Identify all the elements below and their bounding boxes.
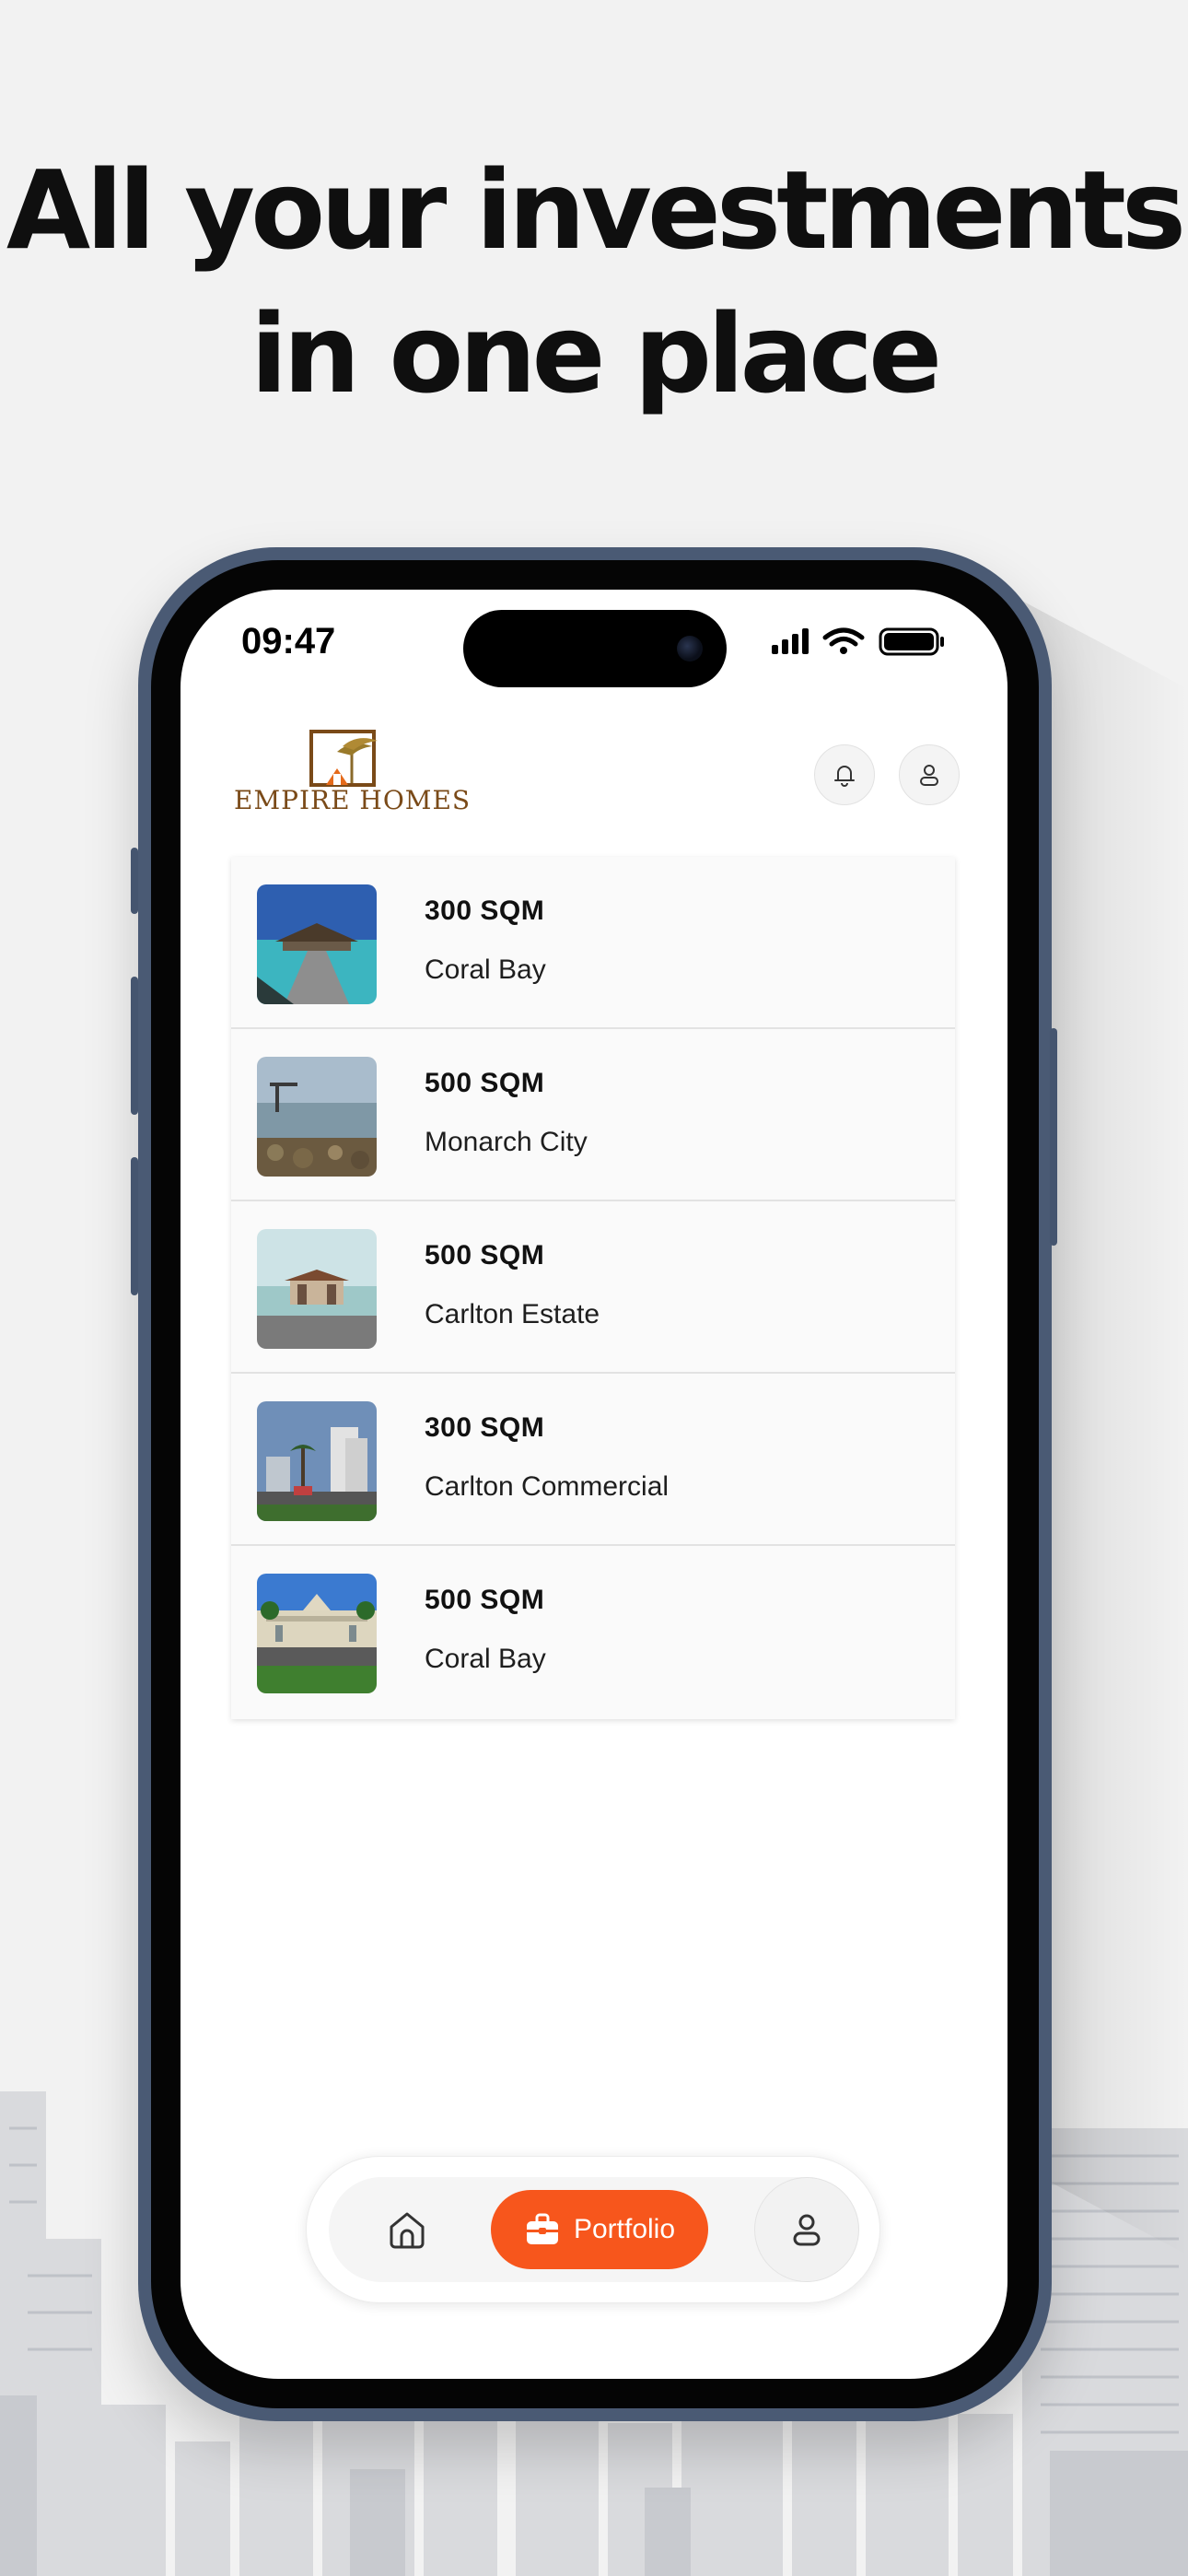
- signal-icon: [772, 628, 809, 654]
- property-row[interactable]: 500 SQM Carlton Estate: [231, 1201, 955, 1374]
- property-thumbnail: [257, 1574, 377, 1693]
- bell-icon: [834, 766, 855, 787]
- logo-emblem-icon: [309, 730, 378, 787]
- property-size: 500 SQM: [425, 1068, 545, 1098]
- wifi-icon: [822, 627, 865, 647]
- tab-portfolio[interactable]: Portfolio: [491, 2190, 708, 2269]
- property-row[interactable]: 300 SQM Carlton Commercial: [231, 1374, 955, 1546]
- bottom-tab-bar: Portfolio: [306, 2156, 880, 2303]
- property-size: 500 SQM: [425, 1585, 545, 1615]
- property-name: Monarch City: [425, 1127, 588, 1157]
- account-button[interactable]: [899, 744, 960, 805]
- headline: All your investments in one place: [0, 138, 1188, 426]
- property-row[interactable]: 500 SQM Coral Bay: [231, 1546, 955, 1719]
- property-thumbnail: [257, 1057, 377, 1177]
- dynamic-island: [463, 610, 727, 687]
- property-name: Carlton Commercial: [425, 1471, 670, 1502]
- brand-logo[interactable]: EMPIRE HOMES: [234, 728, 472, 820]
- tab-portfolio-label: Portfolio: [573, 2214, 676, 2244]
- status-icons: [772, 627, 944, 656]
- property-size: 300 SQM: [425, 1412, 545, 1443]
- user-icon: [793, 2214, 821, 2246]
- tab-home[interactable]: [375, 2197, 439, 2262]
- tab-bar-track: Portfolio: [329, 2177, 859, 2282]
- property-name: Coral Bay: [425, 1644, 546, 1674]
- volume-down-button: [131, 1157, 138, 1295]
- tab-profile[interactable]: [754, 2177, 859, 2282]
- status-time: 09:47: [241, 621, 336, 662]
- action-button: [131, 848, 138, 914]
- property-thumbnail: [257, 1401, 377, 1521]
- property-list: 300 SQM Coral Bay 500 SQM Monarch City 5…: [231, 857, 955, 1719]
- logo-wordmark: EMPIRE HOMES: [234, 785, 472, 815]
- battery-icon: [879, 627, 944, 656]
- property-size: 300 SQM: [425, 896, 545, 926]
- camera-icon: [677, 636, 703, 662]
- phone-screen: 09:47 EMPIRE HOMES 300 SQM Coral Bay 500…: [181, 590, 1007, 2379]
- property-name: Coral Bay: [425, 954, 546, 985]
- property-row[interactable]: 300 SQM Coral Bay: [231, 857, 955, 1029]
- property-name: Carlton Estate: [425, 1299, 600, 1329]
- property-thumbnail: [257, 884, 377, 1004]
- volume-up-button: [131, 977, 138, 1115]
- home-icon: [390, 2212, 425, 2249]
- power-button: [1050, 1028, 1057, 1246]
- notifications-button[interactable]: [814, 744, 875, 805]
- property-row[interactable]: 500 SQM Monarch City: [231, 1029, 955, 1201]
- briefcase-icon: [526, 2213, 558, 2244]
- user-icon: [920, 765, 938, 786]
- property-size: 500 SQM: [425, 1240, 545, 1270]
- headline-line-2: in one place: [250, 290, 942, 417]
- headline-line-1: All your investments: [6, 146, 1186, 274]
- property-thumbnail: [257, 1229, 377, 1349]
